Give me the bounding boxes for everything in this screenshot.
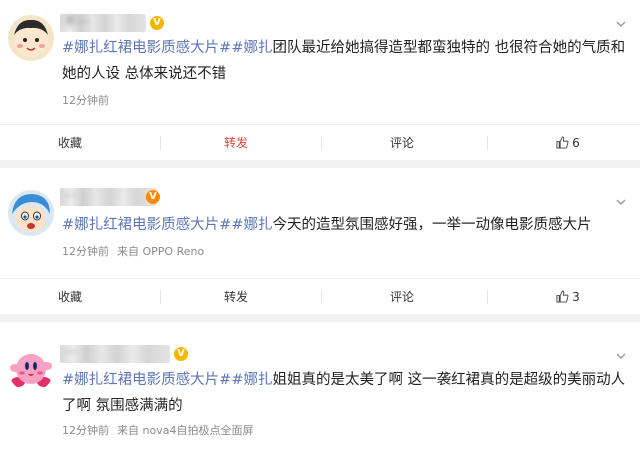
v-badge-icon: V	[150, 16, 164, 30]
thumbs-up-icon	[556, 290, 569, 303]
divider	[487, 290, 488, 304]
post-time: 12分钟前	[62, 424, 109, 437]
like-count: 3	[572, 290, 580, 304]
post-source: 来自 OPPO Reno	[117, 245, 205, 258]
like-button[interactable]: 3	[528, 279, 608, 315]
comment-card-1: 不··· V #娜扎红裙电影质感大片##娜扎团队最近给她搞得造型都蛮独特的 也很…	[0, 0, 640, 162]
post-source: 来自 nova4自拍极点全面屏	[117, 424, 254, 437]
post-meta: 12分钟前 来自 nova4自拍极点全面屏	[62, 422, 253, 438]
comment-text: #娜扎红裙电影质感大片##娜扎今天的造型氛围感好强，一举一动像电影质感大片	[62, 212, 632, 238]
favorite-button[interactable]: 收藏	[30, 279, 110, 315]
post-time: 12分钟前	[62, 245, 109, 258]
comment-card-2: ··· V #娜扎红裙电影质感大片##娜扎今天的造型氛围感好强，一举一动像电影质…	[0, 168, 640, 314]
topic-link[interactable]: #娜扎	[62, 40, 103, 56]
comment-button[interactable]: 评论	[362, 279, 442, 315]
favorite-button[interactable]: 收藏	[30, 125, 110, 161]
action-bar: 收藏 转发 评论 3	[0, 278, 640, 315]
v-badge-icon: V	[174, 347, 188, 361]
repost-button[interactable]: 转发	[196, 125, 276, 161]
post-time: 12分钟前	[62, 94, 109, 107]
thumbs-up-icon	[556, 136, 569, 149]
topic-link-rest[interactable]: 红裙电影质感大片#	[103, 372, 231, 388]
mention-link[interactable]: #娜扎	[231, 372, 272, 388]
chevron-down-icon[interactable]	[616, 197, 626, 207]
v-badge-icon: V	[146, 190, 160, 204]
card-gap	[0, 160, 640, 168]
chevron-down-icon[interactable]	[616, 19, 626, 29]
divider	[321, 290, 322, 304]
user-avatar[interactable]	[8, 190, 54, 236]
comment-text: #娜扎红裙电影质感大片##娜扎团队最近给她搞得造型都蛮独特的 也很符合她的气质和…	[62, 35, 632, 87]
topic-link-rest[interactable]: 红裙电影质感大片#	[103, 217, 231, 233]
action-bar: 收藏 转发 评论 6	[0, 124, 640, 161]
username[interactable]: 不···	[60, 14, 146, 32]
post-meta: 12分钟前	[62, 92, 109, 108]
like-button[interactable]: 6	[528, 125, 608, 161]
user-avatar[interactable]	[8, 346, 54, 392]
username[interactable]: ···	[60, 188, 156, 206]
user-avatar[interactable]	[8, 15, 54, 61]
comment-button[interactable]: 评论	[362, 125, 442, 161]
like-count: 6	[572, 136, 580, 150]
divider	[321, 136, 322, 150]
username[interactable]: ···	[60, 345, 170, 363]
mention-link[interactable]: #娜扎	[231, 217, 272, 233]
comment-card-3: ··· V #娜扎红裙电影质感大片##娜扎姐姐真的是太美了啊 这一袭红裙真的是超…	[0, 322, 640, 451]
repost-button[interactable]: 转发	[196, 279, 276, 315]
divider	[487, 136, 488, 150]
mention-link[interactable]: #娜扎	[231, 40, 272, 56]
card-gap	[0, 314, 640, 322]
post-meta: 12分钟前 来自 OPPO Reno	[62, 243, 204, 259]
comment-body: 今天的造型氛围感好强，一举一动像电影质感大片	[272, 217, 592, 233]
divider	[160, 290, 161, 304]
chevron-down-icon[interactable]	[616, 351, 626, 361]
divider	[160, 136, 161, 150]
comment-text: #娜扎红裙电影质感大片##娜扎姐姐真的是太美了啊 这一袭红裙真的是超级的美丽动人…	[62, 367, 632, 419]
topic-link[interactable]: #娜扎	[62, 217, 103, 233]
topic-link[interactable]: #娜扎	[62, 372, 103, 388]
topic-link-rest[interactable]: 红裙电影质感大片#	[103, 40, 231, 56]
